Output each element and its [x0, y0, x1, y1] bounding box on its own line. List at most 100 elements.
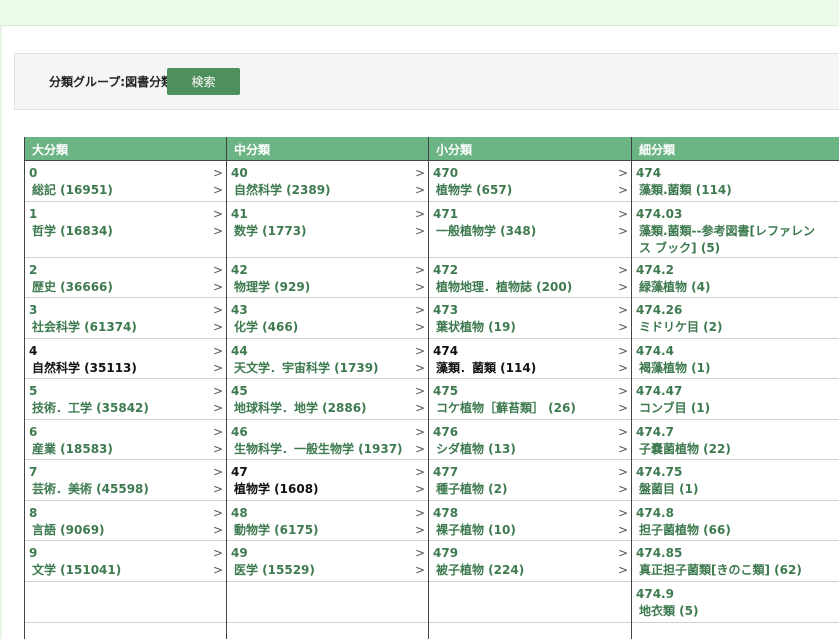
classification-code: 49	[231, 546, 248, 560]
classification-cell[interactable]: 474.26 ミドリケ目 (2)	[632, 298, 839, 339]
classification-name: 一般植物学 (348)	[436, 224, 537, 238]
chevron-right-icon: >	[617, 523, 628, 537]
classification-cell[interactable]: 479 被子植物 (224) > >	[429, 541, 631, 582]
chevron-right-icon: >	[617, 401, 628, 415]
chevron-right-icon: >	[212, 263, 223, 277]
chevron-right-icon: >	[212, 546, 223, 560]
classification-cell[interactable]: 8 言語 (9069) > >	[25, 501, 226, 541]
classification-cell[interactable]: 41 数学 (1773) > >	[227, 202, 428, 258]
column-cells: 474 藻類.菌類 (114) 474.03 藻類.菌類--参考図書[レファレンス ブ…	[632, 161, 839, 639]
classification-name: 天文学．宇宙科学 (1739)	[234, 361, 379, 375]
classification-cell[interactable]: 471 一般植物学 (348) > >	[429, 202, 631, 258]
classification-name: 技術．工学 (35842)	[32, 401, 149, 415]
classification-cell[interactable]: 42 物理学 (929) > >	[227, 258, 428, 298]
classification-name: 裸子植物 (10)	[436, 523, 516, 537]
classification-cell[interactable]: 49 医学 (15529) > >	[227, 541, 428, 582]
chevron-right-icon: > >	[415, 545, 425, 579]
classification-cell[interactable]: 475 コケ植物［蘚苔類］ (26) > >	[429, 379, 631, 420]
classification-cell[interactable]: 470 植物学 (657) > >	[429, 161, 631, 202]
classification-name: 言語 (9069)	[32, 523, 105, 537]
classification-cell[interactable]: 474.8 担子菌植物 (66)	[632, 501, 839, 541]
classification-cell[interactable]: 7 芸術．美術 (45598) > >	[25, 460, 226, 501]
chevron-right-icon: > >	[415, 343, 425, 377]
classification-name: 医学 (15529)	[234, 563, 315, 577]
classification-code: 42	[231, 263, 248, 277]
empty-cell	[429, 623, 631, 639]
classification-name: 盤菌目 (1)	[639, 482, 699, 496]
chevron-right-icon: >	[414, 401, 425, 415]
classification-cell[interactable]: 1 哲学 (16834) > >	[25, 202, 226, 258]
classification-cell[interactable]: 474.4 褐藻植物 (1)	[632, 339, 839, 379]
chevron-right-icon: > >	[618, 424, 628, 458]
chevron-right-icon: >	[617, 344, 628, 358]
search-button[interactable]: 検索	[167, 68, 240, 95]
classification-name: 化学 (466)	[234, 320, 299, 334]
classification-cell[interactable]: 472 植物地理．植物誌 (200) > >	[429, 258, 631, 298]
classification-cell[interactable]: 6 産業 (18583) > >	[25, 420, 226, 460]
classification-name: 歴史 (36666)	[32, 280, 113, 294]
classification-code: 0	[29, 166, 38, 180]
classification-code: 479	[433, 546, 459, 560]
classification-cell[interactable]: 474.9 地衣類 (5)	[632, 582, 839, 623]
column-major: 大分類 0 総記 (16951) > >1 哲学 (16834) > >2 歴史 (36666…	[25, 137, 227, 639]
chevron-right-icon: > >	[213, 302, 223, 336]
classification-cell[interactable]: 44 天文学．宇宙科学 (1739) > >	[227, 339, 428, 379]
classification-cell[interactable]: 9 文学 (151041) > >	[25, 541, 226, 582]
chevron-right-icon: >	[414, 442, 425, 456]
chevron-right-icon: > >	[415, 165, 425, 199]
classification-cell[interactable]: 474 藻類.菌類 (114)	[632, 161, 839, 202]
empty-cell	[227, 623, 428, 639]
chevron-right-icon: >	[414, 183, 425, 197]
classification-cell[interactable]: 48 動物学 (6175) > >	[227, 501, 428, 541]
classification-code: 4	[29, 344, 38, 358]
column-middle: 中分類 40 自然科学 (2389) > >41 数学 (1773) > >42 物理学 (9…	[227, 137, 429, 639]
classification-code: 474.85	[636, 546, 683, 560]
classification-cell[interactable]: 474 藻類．菌類 (114) > >	[429, 339, 631, 379]
classification-code: 474.7	[636, 425, 674, 439]
classification-cell[interactable]: 0 総記 (16951) > >	[25, 161, 226, 202]
classification-cell[interactable]: 2 歴史 (36666) > >	[25, 258, 226, 298]
chevron-right-icon: > >	[213, 165, 223, 199]
classification-cell[interactable]: 46 生物科学．一般生物学 (1937) > >	[227, 420, 428, 460]
classification-cell[interactable]: 47 植物学 (1608) > >	[227, 460, 428, 501]
classification-code: 48	[231, 506, 248, 520]
classification-cell[interactable]: 474.47 コンブ目 (1)	[632, 379, 839, 420]
classification-cell[interactable]: 474.85 真正担子菌類[きのこ類] (62)	[632, 541, 839, 582]
classification-group-label: 分類グループ:図書分類	[49, 75, 174, 89]
chevron-right-icon: > >	[213, 545, 223, 579]
chevron-right-icon: > >	[618, 545, 628, 579]
classification-cell[interactable]: 4 自然科学 (35113) > >	[25, 339, 226, 379]
classification-cell[interactable]: 45 地球科学．地学 (2886) > >	[227, 379, 428, 420]
classification-cell[interactable]: 474.75 盤菌目 (1)	[632, 460, 839, 501]
classification-cell[interactable]: 473 葉状植物 (19) > >	[429, 298, 631, 339]
classification-cell[interactable]: 474.7 子嚢菌植物 (22)	[632, 420, 839, 460]
classification-cell[interactable]: 3 社会科学 (61374) > >	[25, 298, 226, 339]
classification-grid: 大分類 0 総記 (16951) > >1 哲学 (16834) > >2 歴史 (36666…	[24, 137, 839, 639]
chevron-right-icon: > >	[213, 262, 223, 296]
classification-name: 物理学 (929)	[234, 280, 311, 294]
chevron-right-icon: >	[617, 263, 628, 277]
classification-name: 生物科学．一般生物学 (1937)	[234, 442, 403, 456]
classification-cell[interactable]: 5 技術．工学 (35842) > >	[25, 379, 226, 420]
classification-cell[interactable]: 474.03 藻類.菌類--参考図書[レファレンス ブック] (5)	[632, 202, 839, 258]
classification-code: 9	[29, 546, 38, 560]
chevron-right-icon: >	[212, 344, 223, 358]
chevron-right-icon: >	[212, 563, 223, 577]
chevron-right-icon: >	[617, 384, 628, 398]
classification-cell[interactable]: 43 化学 (466) > >	[227, 298, 428, 339]
classification-cell[interactable]: 476 シダ植物 (13) > >	[429, 420, 631, 460]
chevron-right-icon: >	[617, 320, 628, 334]
classification-cell[interactable]: 40 自然科学 (2389) > >	[227, 161, 428, 202]
chevron-right-icon: >	[617, 506, 628, 520]
classification-cell[interactable]: 478 裸子植物 (10) > >	[429, 501, 631, 541]
classification-cell[interactable]: 474.2 緑藻植物 (4)	[632, 258, 839, 298]
chevron-right-icon: >	[414, 465, 425, 479]
chevron-right-icon: > >	[415, 206, 425, 240]
classification-name: 植物地理．植物誌 (200)	[436, 280, 573, 294]
chevron-right-icon: >	[414, 224, 425, 238]
classification-code: 475	[433, 384, 459, 398]
classification-cell[interactable]: 477 種子植物 (2) > >	[429, 460, 631, 501]
classification-code: 474.4	[636, 344, 674, 358]
classification-code: 6	[29, 425, 38, 439]
search-panel: 分類グループ:図書分類 検索	[14, 53, 839, 110]
